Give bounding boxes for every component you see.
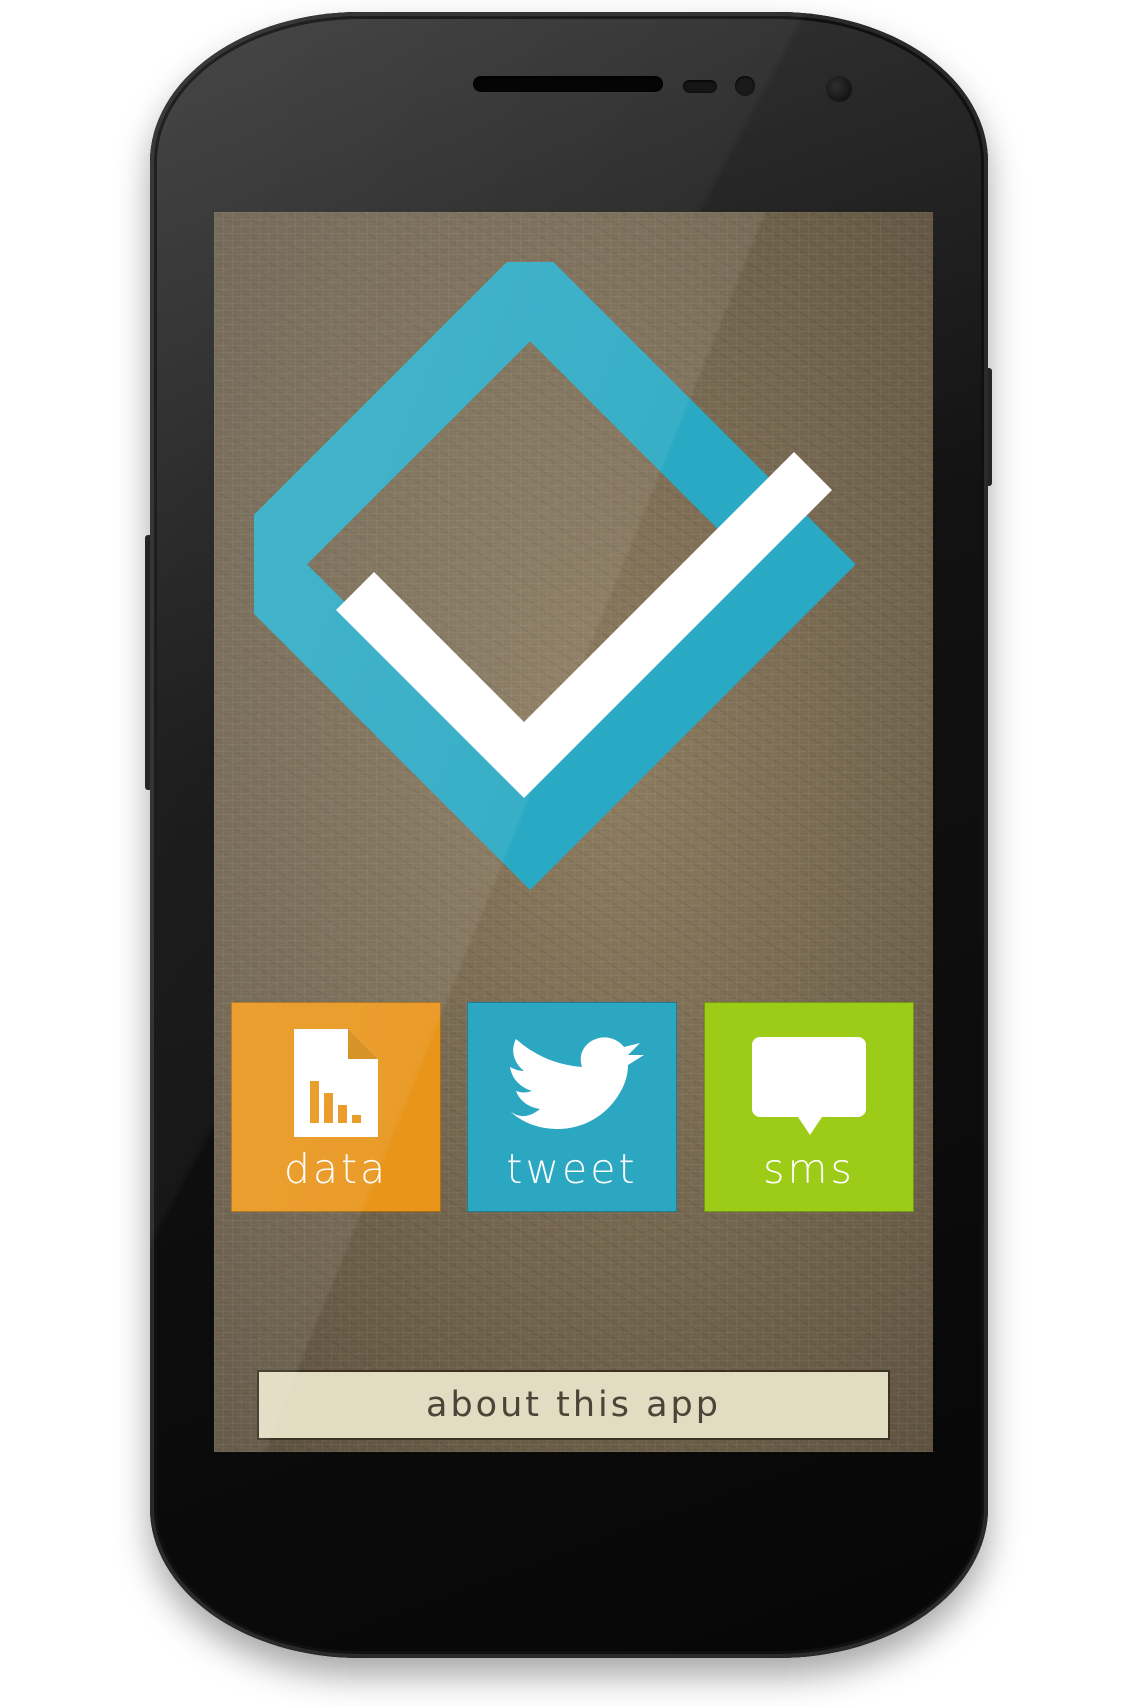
app-screen: data tweet sms about this app bbox=[214, 212, 933, 1452]
light-sensor bbox=[735, 76, 755, 96]
checkmark-logo-icon bbox=[254, 262, 856, 890]
front-camera bbox=[826, 76, 852, 102]
sms-label: sms bbox=[763, 1145, 855, 1193]
tweet-button[interactable]: tweet bbox=[467, 1002, 677, 1212]
twitter-bird-icon bbox=[510, 1037, 644, 1130]
tweet-label: tweet bbox=[506, 1145, 638, 1193]
data-file-chart-icon bbox=[294, 1029, 378, 1137]
data-button[interactable]: data bbox=[231, 1002, 441, 1212]
proximity-sensor bbox=[683, 80, 717, 93]
about-app-button[interactable]: about this app bbox=[257, 1370, 890, 1440]
about-app-label: about this app bbox=[426, 1385, 721, 1425]
speech-bubble-icon bbox=[752, 1037, 866, 1135]
data-label: data bbox=[283, 1145, 389, 1193]
sms-button[interactable]: sms bbox=[704, 1002, 914, 1212]
earpiece-speaker bbox=[473, 76, 663, 92]
